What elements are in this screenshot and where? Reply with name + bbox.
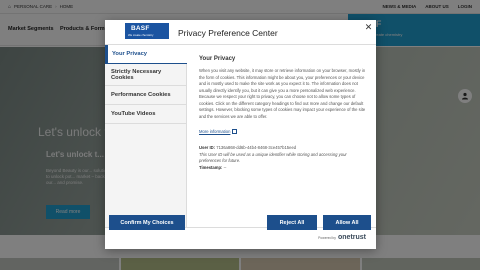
dialog-header: BASF We create chemistry Privacy Prefere… <box>105 20 376 45</box>
user-id-label: User ID: <box>199 145 216 150</box>
confirm-my-choices-button[interactable]: Confirm My Choices <box>109 215 185 230</box>
timestamp-value: -- <box>223 164 227 170</box>
allow-all-button[interactable]: Allow All <box>323 215 371 230</box>
user-id-block: User ID: 7136a868-dd6b-44b4-8468-3ce457b… <box>199 145 370 171</box>
more-information-label: More information <box>199 129 231 134</box>
user-id-note: This User ID will be used as a unique id… <box>199 151 347 164</box>
tab-your-privacy[interactable]: Your Privacy <box>105 45 187 64</box>
privacy-content: Your Privacy When you visit any website,… <box>199 56 370 171</box>
logo-claim: We create chemistry <box>128 33 154 37</box>
tab-label: YouTube Videos <box>111 111 156 117</box>
user-id-value: 7136a868-dd6b-44b4-8468-3ce457b15eed <box>216 145 297 150</box>
tab-youtube-videos[interactable]: YouTube Videos <box>105 105 187 124</box>
tab-label: Performance Cookies <box>111 92 171 98</box>
logo-name: BASF <box>131 25 150 32</box>
tab-label: Strictly Necessary Cookies <box>111 68 162 81</box>
content-heading: Your Privacy <box>199 56 236 62</box>
tab-label: Your Privacy <box>112 51 148 57</box>
more-information-link[interactable]: More information <box>199 129 238 134</box>
category-sidebar: Your Privacy Strictly Necessary Cookies … <box>105 45 187 227</box>
timestamp-label: Timestamp: <box>199 164 223 170</box>
tab-performance-cookies[interactable]: Performance Cookies <box>105 86 187 105</box>
content-description: When you visit any website, it may store… <box>199 68 366 119</box>
powered-by[interactable]: Powered by onetrust <box>318 234 366 241</box>
dialog-footer: Confirm My Choices Reject All Allow All … <box>105 215 376 249</box>
onetrust-logo: onetrust <box>338 234 366 241</box>
close-icon[interactable]: ✕ <box>363 22 374 33</box>
basf-logo: BASF We create chemistry <box>125 23 169 39</box>
tab-strictly-necessary-cookies[interactable]: Strictly Necessary Cookies <box>105 64 187 86</box>
dialog-title: Privacy Preference Center <box>178 28 278 38</box>
external-link-icon <box>232 129 238 134</box>
powered-by-label: Powered by <box>318 236 336 240</box>
reject-all-button[interactable]: Reject All <box>267 215 317 230</box>
privacy-preference-dialog: BASF We create chemistry Privacy Prefere… <box>105 20 376 249</box>
